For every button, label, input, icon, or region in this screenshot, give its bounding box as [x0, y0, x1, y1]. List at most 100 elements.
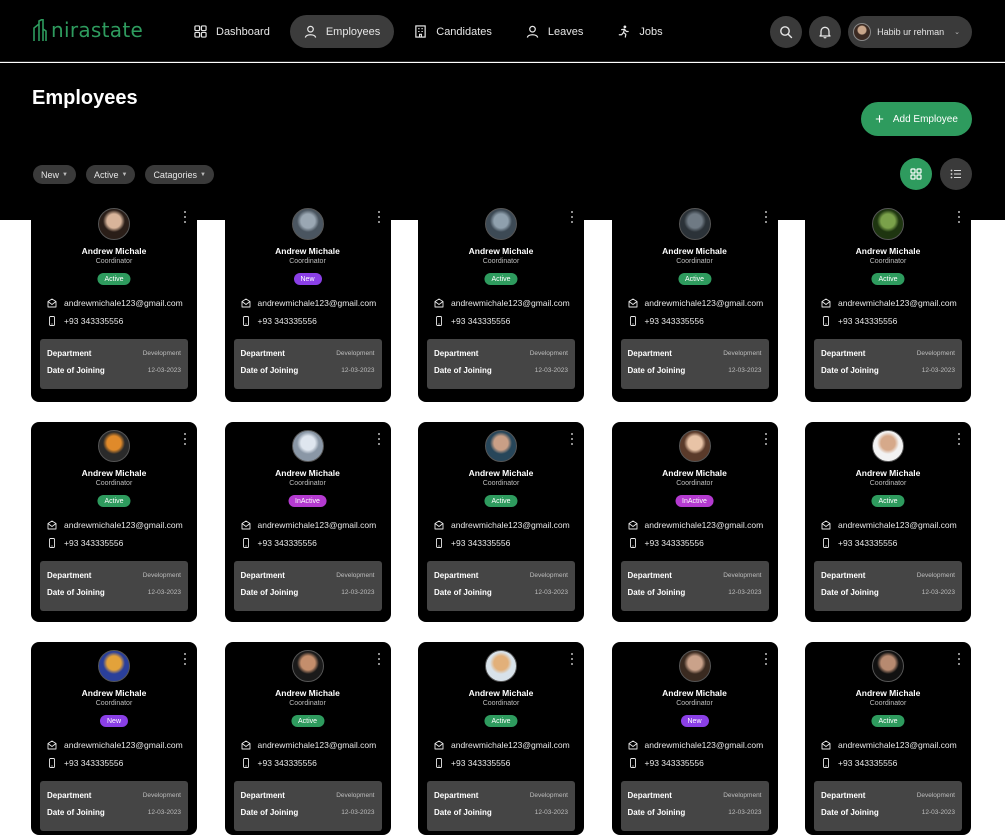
employee-phone[interactable]: +93 343335556 [838, 538, 897, 548]
employee-role: Coordinator [95, 700, 133, 707]
employee-phone[interactable]: +93 343335556 [451, 316, 510, 326]
user-menu[interactable]: Habib ur rehman ⌄ [848, 16, 972, 48]
more-options-icon[interactable] [375, 653, 383, 665]
joining-date-row: Date of Joining 12-03-2023 [241, 588, 375, 597]
employee-phone[interactable]: +93 343335556 [64, 758, 123, 768]
employee-card[interactable]: Andrew Michale Coordinator Active andrewmic… [31, 200, 197, 402]
nav-item-jobs[interactable]: Jobs [603, 15, 676, 48]
employee-name: Andrew Michale [855, 688, 921, 698]
employee-card[interactable]: Andrew Michale Coordinator New andrewmichal… [224, 200, 391, 402]
employee-email[interactable]: andrewmichale123@gmail.com [838, 740, 957, 750]
employee-phone[interactable]: +93 343335556 [258, 758, 317, 768]
phone-row: +93 343335556 [821, 758, 897, 768]
employee-email[interactable]: andrewmichale123@gmail.com [645, 740, 764, 750]
employee-phone[interactable]: +93 343335556 [645, 538, 704, 548]
employee-card[interactable]: Andrew Michale Coordinator New andrewmichal… [31, 642, 197, 835]
employee-email[interactable]: andrewmichale123@gmail.com [451, 740, 570, 750]
joining-date-label: Date of Joining [627, 366, 686, 375]
list-view-button[interactable] [940, 158, 972, 190]
more-options-icon[interactable] [955, 211, 963, 223]
joining-date-label: Date of Joining [434, 808, 492, 817]
filter-new[interactable]: New ▼ [33, 165, 76, 184]
department-value: Development [142, 350, 181, 357]
employee-phone[interactable]: +93 343335556 [64, 538, 123, 548]
phone-row: +93 343335556 [821, 538, 897, 548]
employee-email[interactable]: andrewmichale123@gmail.com [64, 298, 183, 308]
nav-label: Leaves [547, 25, 584, 38]
more-options-icon[interactable] [568, 433, 576, 445]
nav-item-employees[interactable]: Employees [289, 15, 395, 48]
employee-info-panel: Department Development Date of Joining 12-0… [814, 339, 962, 389]
employee-email[interactable]: andrewmichale123@gmail.com [258, 520, 377, 530]
more-options-icon[interactable] [955, 433, 963, 445]
nav-item-leaves[interactable]: Leaves [512, 15, 597, 48]
add-employee-button[interactable]: + Add Employee [861, 102, 972, 136]
more-options-icon[interactable] [762, 433, 770, 445]
employee-role: Coordinator [676, 700, 713, 707]
department-value: Development [723, 350, 762, 357]
employee-card[interactable]: Andrew Michale Coordinator Active andrewmic… [805, 200, 971, 402]
mail-icon [434, 298, 444, 308]
employee-email[interactable]: andrewmichale123@gmail.com [838, 298, 957, 308]
joining-date-value: 12-03-2023 [147, 589, 181, 596]
nav-item-candidates[interactable]: Candidates [400, 15, 506, 48]
employee-info-panel: Department Development Date of Joining 12-0… [233, 561, 382, 611]
employee-phone[interactable]: +93 343335556 [451, 758, 510, 768]
notifications-button[interactable] [809, 16, 842, 48]
mail-icon [434, 520, 444, 530]
more-options-icon[interactable] [375, 433, 383, 445]
search-button[interactable] [770, 16, 803, 48]
employee-phone[interactable]: +93 343335556 [645, 316, 704, 326]
employee-card[interactable]: Andrew Michale Coordinator InActive andrewm… [224, 422, 391, 622]
employee-email[interactable]: andrewmichale123@gmail.com [64, 520, 183, 530]
employee-info-panel: Department Development Date of Joining 12-0… [427, 339, 575, 389]
more-options-icon[interactable] [762, 211, 770, 223]
employee-card[interactable]: Andrew Michale Coordinator Active andrewmic… [805, 422, 971, 622]
more-options-icon[interactable] [181, 211, 189, 223]
employee-card[interactable]: Andrew Michale Coordinator Active andrewmic… [224, 642, 391, 835]
employee-email[interactable]: andrewmichale123@gmail.com [258, 740, 377, 750]
employee-email[interactable]: andrewmichale123@gmail.com [258, 298, 377, 308]
grid-view-button[interactable] [900, 158, 932, 190]
employee-phone[interactable]: +93 343335556 [838, 316, 897, 326]
employee-role: Coordinator [869, 700, 907, 707]
employee-card[interactable]: Andrew Michale Coordinator Active andrewmic… [31, 422, 197, 622]
more-options-icon[interactable] [955, 653, 963, 665]
employee-email[interactable]: andrewmichale123@gmail.com [451, 520, 570, 530]
employee-email[interactable]: andrewmichale123@gmail.com [838, 520, 957, 530]
nav-item-dashboard[interactable]: Dashboard [180, 15, 284, 48]
employee-card[interactable]: Andrew Michale Coordinator Active andrewmic… [805, 642, 971, 835]
employee-phone[interactable]: +93 343335556 [258, 316, 317, 326]
employee-card[interactable]: Andrew Michale Coordinator InActive andrewm… [611, 422, 778, 622]
employee-card-grid: Andrew Michale Coordinator Active andrewmic… [31, 200, 976, 835]
employee-card[interactable]: Andrew Michale Coordinator New andrewmichal… [611, 642, 778, 835]
joining-date-row: Date of Joining 12-03-2023 [628, 808, 762, 817]
employee-card[interactable]: Andrew Michale Coordinator Active andrewmic… [418, 200, 584, 402]
department-label: Department [434, 349, 479, 358]
employee-email[interactable]: andrewmichale123@gmail.com [64, 740, 183, 750]
mail-icon [628, 298, 637, 308]
employee-phone[interactable]: +93 343335556 [258, 538, 317, 548]
more-options-icon[interactable] [568, 211, 576, 223]
employee-email[interactable]: andrewmichale123@gmail.com [451, 298, 570, 308]
employee-phone[interactable]: +93 343335556 [451, 538, 510, 548]
employee-name: Andrew Michale [81, 468, 147, 478]
employee-card[interactable]: Andrew Michale Coordinator Active andrewmic… [611, 200, 778, 402]
app-logo[interactable]: nirastate [33, 18, 143, 42]
more-options-icon[interactable] [568, 653, 576, 665]
more-options-icon[interactable] [375, 211, 383, 223]
employee-email[interactable]: andrewmichale123@gmail.com [645, 520, 764, 530]
employee-phone[interactable]: +93 343335556 [64, 316, 123, 326]
employee-card[interactable]: Andrew Michale Coordinator Active andrewmic… [418, 642, 584, 835]
employee-email[interactable]: andrewmichale123@gmail.com [645, 298, 764, 308]
more-options-icon[interactable] [762, 653, 770, 665]
employee-card[interactable]: Andrew Michale Coordinator Active andrewmic… [418, 422, 584, 622]
more-options-icon[interactable] [181, 433, 189, 445]
employee-phone[interactable]: +93 343335556 [838, 758, 897, 768]
employee-phone[interactable]: +93 343335556 [645, 758, 704, 768]
more-options-icon[interactable] [181, 653, 189, 665]
filter-categories[interactable]: Catagories ▼ [145, 165, 214, 184]
filter-active[interactable]: Active ▼ [85, 165, 136, 184]
department-value: Development [336, 350, 375, 357]
department-label: Department [821, 791, 866, 800]
